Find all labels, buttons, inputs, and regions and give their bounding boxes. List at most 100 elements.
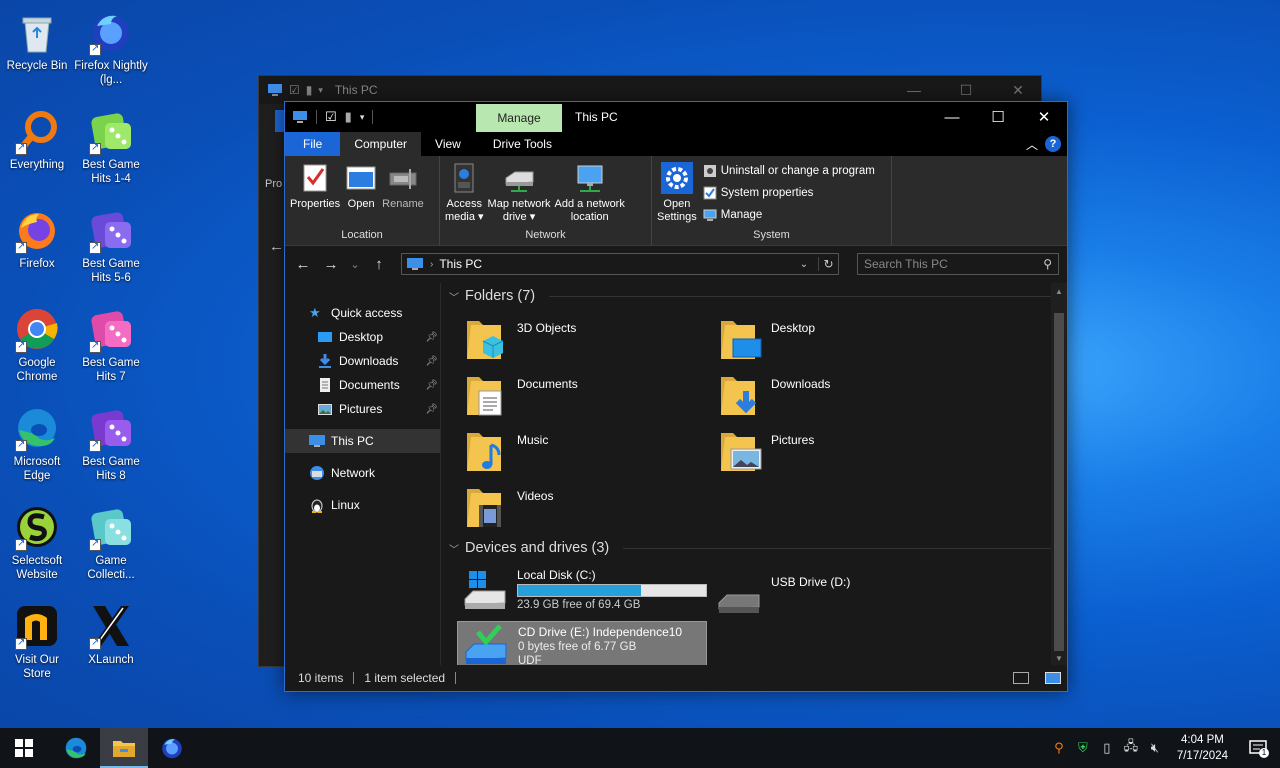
desktop-icon-visit-our-store[interactable]: Visit Our Store (0, 602, 74, 681)
folder-item-pictures[interactable]: Pictures (719, 427, 973, 479)
content-pane[interactable]: ﹀ Folders (7) 3D Objects Desktop Documen… (441, 283, 1067, 673)
nav-this-pc[interactable]: This PC (285, 429, 440, 453)
network-status-icon[interactable]: 🖧︎ (1123, 738, 1139, 756)
nav-quick-access[interactable]: ★ Quick access (285, 301, 440, 325)
address-path[interactable]: This PC (439, 257, 482, 271)
desktop-icon-label: Google Chrome (16, 357, 58, 383)
qat-properties-icon[interactable]: ☑ (325, 109, 337, 125)
background-close-button[interactable]: ✕ (995, 82, 1041, 99)
help-icon[interactable]: ? (1045, 136, 1061, 152)
nav-documents[interactable]: Documents 📌︎ (285, 373, 440, 397)
collapse-caret-icon[interactable]: ﹀ (449, 289, 465, 304)
nav-network[interactable]: Network (285, 461, 440, 485)
folder-item-3d-objects[interactable]: 3D Objects (465, 315, 719, 367)
address-dropdown-icon[interactable]: ⌄ (796, 259, 812, 270)
desktop-icon-recycle-bin[interactable]: Recycle Bin (0, 8, 74, 73)
nav-downloads[interactable]: Downloads 📌︎ (285, 349, 440, 373)
desktop-icon-best-game-hits-7[interactable]: Best Game Hits 7 (74, 305, 148, 384)
context-tab-manage[interactable]: Manage (476, 104, 562, 132)
document-icon (320, 378, 330, 392)
status-bar: 10 items 1 item selected (285, 665, 1067, 691)
background-minimize-button[interactable]: — (891, 82, 937, 98)
desktop-icon-best-game-hits-5-6[interactable]: Best Game Hits 5-6 (74, 206, 148, 285)
tab-view[interactable]: View (421, 132, 475, 156)
pin-icon[interactable]: 📌︎ (425, 404, 438, 415)
address-bar[interactable]: › This PC ⌄ ↻ (401, 253, 839, 275)
folders-group-header[interactable]: ﹀ Folders (7) (449, 285, 1067, 307)
action-center-button[interactable]: 1 (1242, 740, 1274, 758)
file-explorer-window[interactable]: ☑ ▮ ▾ Manage This PC — ☐ ✕ File Computer… (284, 101, 1068, 692)
scroll-up-arrow-icon[interactable]: ▲ (1051, 287, 1067, 296)
details-view-icon[interactable] (1013, 672, 1029, 684)
desktop-icon-best-game-hits-8[interactable]: Best Game Hits 8 (74, 404, 148, 483)
drive-item-d[interactable]: USB Drive (D:) (711, 565, 965, 617)
taskbar-edge-button[interactable] (52, 728, 100, 768)
desktop-icon-microsoft-edge[interactable]: Microsoft Edge (0, 404, 74, 483)
windows-security-shield-icon[interactable]: ⛨ (1075, 740, 1091, 756)
desktop-icon-game-collection[interactable]: Game Collecti... (74, 503, 148, 582)
background-window-titlebar[interactable]: ☑ ▮ ▾ This PC — ☐ ✕ (259, 76, 1041, 104)
background-maximize-button[interactable]: ☐ (943, 82, 989, 99)
devices-group-header[interactable]: ﹀ Devices and drives (3) (449, 537, 1067, 559)
qat-customize-dropdown-icon[interactable]: ▾ (360, 112, 365, 123)
collapse-caret-icon[interactable]: ﹀ (449, 541, 465, 556)
manage-button[interactable]: Manage (703, 206, 875, 224)
background-window-left-strip: Pro ← (259, 104, 285, 666)
tab-drive-tools[interactable]: Drive Tools (479, 132, 566, 156)
recent-locations-dropdown[interactable]: ⌄ (349, 258, 361, 271)
scrollbar-thumb[interactable] (1054, 313, 1064, 651)
folder-item-videos[interactable]: Videos (465, 483, 719, 535)
desktop-icon-firefox-nightly[interactable]: Firefox Nightly (lg... (74, 8, 148, 87)
large-icons-view-icon[interactable] (1045, 672, 1061, 684)
folder-item-desktop[interactable]: Desktop (719, 315, 973, 367)
shortcut-arrow-icon (89, 42, 101, 56)
refresh-icon[interactable]: ↻ (818, 257, 838, 271)
system-properties-button[interactable]: System properties (703, 184, 875, 202)
desktop-icon-selectsoft-website[interactable]: Selectsoft Website (0, 503, 74, 582)
desktop-icon-everything[interactable]: Everything (0, 107, 74, 172)
vertical-scrollbar[interactable]: ▲ ▼ (1051, 283, 1067, 665)
scroll-down-arrow-icon[interactable]: ▼ (1051, 654, 1067, 663)
desktop-icon-firefox[interactable]: Firefox (0, 206, 74, 271)
folder-item-music[interactable]: Music (465, 427, 719, 479)
folder-item-downloads[interactable]: Downloads (719, 371, 973, 423)
usb-eject-icon[interactable]: ▯ (1099, 740, 1115, 756)
start-button[interactable] (0, 728, 48, 768)
pin-icon[interactable]: 📌︎ (425, 356, 438, 367)
maximize-button[interactable]: ☐ (975, 102, 1021, 132)
pin-icon[interactable]: 📌︎ (425, 332, 438, 343)
pictures-folder-icon (721, 433, 762, 471)
firefox-icon (13, 206, 61, 254)
desktop-icon-google-chrome[interactable]: Google Chrome (0, 305, 74, 384)
breadcrumb-chevron-icon[interactable]: › (430, 259, 433, 270)
desktop-icon-xlaunch[interactable]: XLaunch (74, 602, 148, 667)
uninstall-program-button[interactable]: Uninstall or change a program (703, 162, 875, 180)
desktop-icon-best-game-hits-1-4[interactable]: Best Game Hits 1-4 (74, 107, 148, 186)
nav-desktop[interactable]: Desktop 📌︎ (285, 325, 440, 349)
drive-item-c[interactable]: Local Disk (C:) 23.9 GB free of 69.4 GB (457, 565, 711, 617)
tab-file[interactable]: File (285, 132, 341, 156)
back-button[interactable]: ← (293, 256, 313, 273)
qat-new-folder-icon[interactable]: ▮ (345, 109, 352, 125)
close-button[interactable]: ✕ (1021, 102, 1067, 132)
everything-tray-icon[interactable]: ⚲ (1051, 740, 1067, 756)
navigation-pane[interactable]: ★ Quick access Desktop 📌︎ Downloads 📌︎ D… (285, 283, 441, 665)
volume-muted-icon[interactable]: 🔇︎ (1147, 740, 1163, 756)
collapse-ribbon-chevron-icon[interactable]: ︿ (1021, 132, 1043, 156)
search-box[interactable]: Search This PC ⚲ (857, 253, 1059, 275)
window-titlebar[interactable]: ☑ ▮ ▾ Manage This PC — ☐ ✕ (285, 102, 1067, 132)
nav-pictures[interactable]: Pictures 📌︎ (285, 397, 440, 421)
minimize-button[interactable]: — (929, 102, 975, 132)
pin-icon[interactable]: 📌︎ (425, 380, 438, 391)
up-button[interactable]: ↑ (369, 256, 389, 273)
forward-button[interactable]: → (321, 256, 341, 273)
taskbar-firefox-nightly-button[interactable] (148, 728, 196, 768)
notification-count-badge: 1 (1259, 748, 1269, 758)
taskbar-file-explorer-button[interactable] (100, 728, 148, 768)
folders-grid: 3D Objects Desktop Documents Downloads M… (465, 315, 1067, 535)
taskbar-clock[interactable]: 4:04 PM 7/17/2024 (1171, 732, 1234, 764)
tab-computer[interactable]: Computer (340, 132, 422, 156)
folder-item-documents[interactable]: Documents (465, 371, 719, 423)
nav-linux[interactable]: Linux (285, 493, 440, 517)
xlaunch-icon (87, 602, 135, 650)
